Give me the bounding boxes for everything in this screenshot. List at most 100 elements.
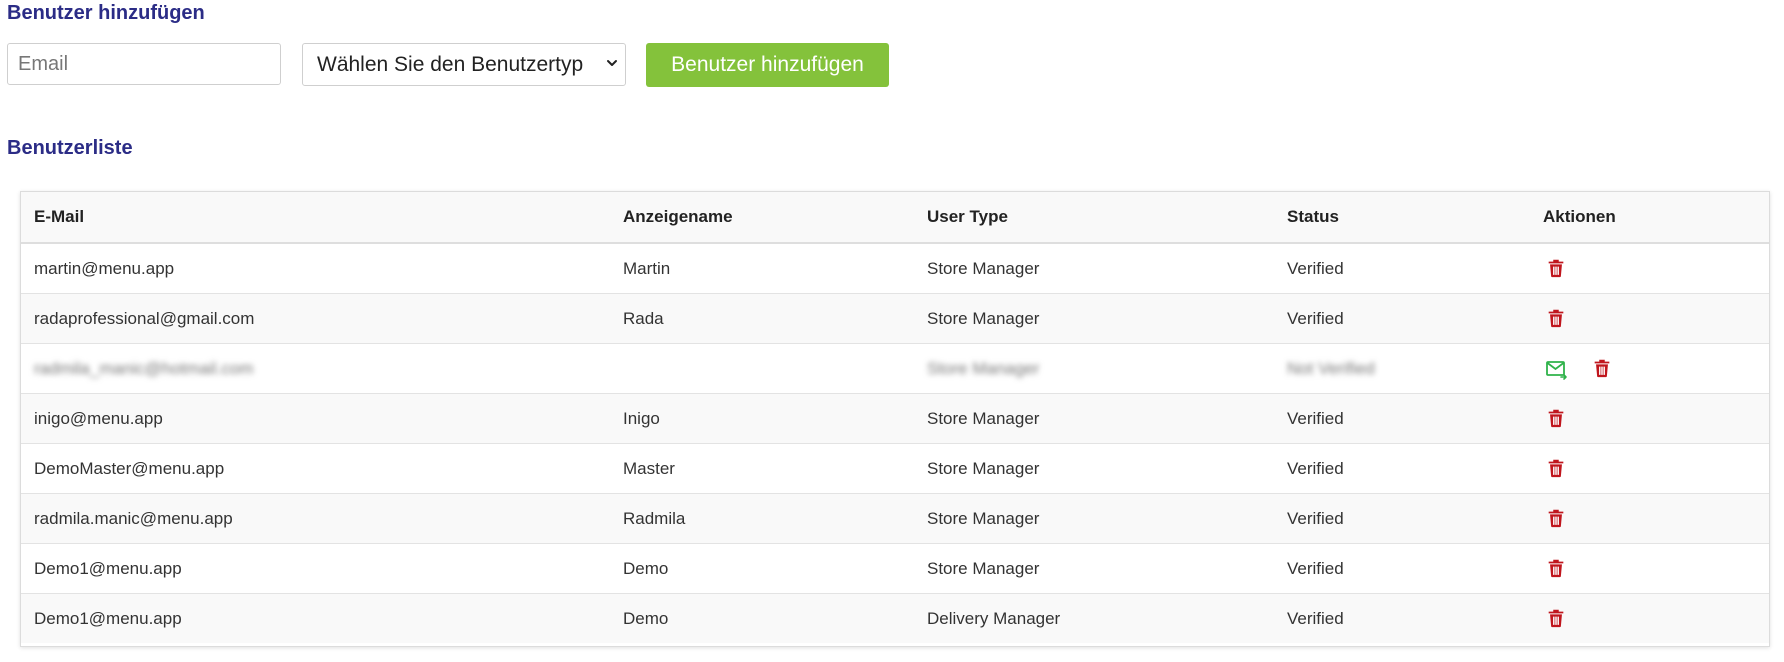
cell-email: radmila_manic@hotmail.com [21, 343, 610, 394]
cell-status-text: Verified [1287, 308, 1344, 328]
user-type-select-value: Wählen Sie den Benutzertyp [317, 52, 584, 76]
delete-icon[interactable] [1545, 607, 1569, 631]
cell-actions [1530, 242, 1769, 294]
delete-icon[interactable] [1545, 507, 1569, 531]
cell-user-type-text: Store Manager [927, 358, 1040, 378]
cell-actions [1530, 593, 1769, 643]
cell-display-name-text: Martin [623, 258, 671, 278]
cell-display-name: Inigo [610, 393, 914, 444]
cell-email: martin@menu.app [21, 242, 610, 294]
cell-user-type: Store Manager [914, 343, 1274, 394]
cell-email: Demo1@menu.app [21, 543, 610, 594]
cell-email: radaprofessional@gmail.com [21, 293, 610, 344]
cell-status-text: Verified [1287, 608, 1344, 628]
cell-email: inigo@menu.app [21, 393, 610, 444]
cell-user-type-text: Store Manager [927, 308, 1040, 328]
cell-email-text: Demo1@menu.app [34, 608, 182, 628]
cell-user-type: Store Manager [914, 393, 1274, 444]
cell-email: radmila.manic@menu.app [21, 493, 610, 544]
add-user-button[interactable]: Benutzer hinzufügen [646, 43, 889, 87]
table-row: Demo1@menu.app Demo Delivery Manager Verifi… [21, 593, 1769, 643]
cell-display-name: Demo [610, 593, 914, 643]
delete-icon[interactable] [1545, 307, 1569, 331]
cell-user-type: Delivery Manager [914, 593, 1274, 643]
cell-display-name-text: Inigo [623, 408, 660, 428]
cell-display-name-text: Rada [623, 308, 664, 328]
cell-user-type: Store Manager [914, 293, 1274, 344]
cell-user-type-text: Store Manager [927, 508, 1040, 528]
cell-status-text: Verified [1287, 458, 1344, 478]
header-actions: Aktionen [1530, 192, 1769, 244]
cell-status: Verified [1274, 242, 1530, 294]
table-header-row: E-Mail Anzeigename User Type Status Akti… [21, 192, 1769, 244]
cell-email-text: radaprofessional@gmail.com [34, 308, 255, 328]
cell-user-type-text: Store Manager [927, 258, 1040, 278]
cell-actions [1530, 393, 1769, 444]
user-type-select[interactable]: Wählen Sie den Benutzertyp [302, 43, 626, 86]
cell-email-text: radmila.manic@menu.app [34, 508, 233, 528]
table-row: Demo1@menu.app Demo Store Manager Verified [21, 543, 1769, 594]
cell-status-text: Verified [1287, 508, 1344, 528]
user-table: E-Mail Anzeigename User Type Status Akti… [20, 191, 1770, 647]
cell-status: Verified [1274, 493, 1530, 544]
header-email: E-Mail [21, 192, 610, 244]
table-row: martin@menu.app Martin Store Manager Verifi… [21, 242, 1769, 294]
cell-user-type: Store Manager [914, 242, 1274, 294]
resend-mail-icon[interactable] [1545, 357, 1569, 381]
cell-display-name-text: Demo [623, 608, 669, 628]
cell-status-text: Not Verified [1287, 358, 1375, 378]
delete-icon[interactable] [1545, 557, 1569, 581]
cell-status: Verified [1274, 393, 1530, 444]
delete-icon[interactable] [1545, 407, 1569, 431]
cell-status: Verified [1274, 443, 1530, 494]
cell-user-type: Store Manager [914, 543, 1274, 594]
cell-display-name: Master [610, 443, 914, 494]
table-row: inigo@menu.app Inigo Store Manager Verified [21, 393, 1769, 444]
email-input[interactable] [7, 43, 281, 85]
chevron-down-icon [607, 60, 617, 66]
cell-status: Verified [1274, 293, 1530, 344]
cell-status-text: Verified [1287, 258, 1344, 278]
cell-actions [1530, 293, 1769, 344]
cell-display-name: Demo [610, 543, 914, 594]
cell-status: Not Verified [1274, 343, 1530, 394]
cell-email-text: radmila_manic@hotmail.com [34, 358, 254, 378]
add-user-title: Benutzer hinzufügen [7, 2, 205, 24]
user-list-title: Benutzerliste [7, 137, 133, 159]
table-row: radmila_manic@hotmail.com Store Manager No… [21, 343, 1769, 394]
cell-user-type-text: Store Manager [927, 558, 1040, 578]
cell-status-text: Verified [1287, 558, 1344, 578]
cell-email: DemoMaster@menu.app [21, 443, 610, 494]
cell-user-type-text: Store Manager [927, 458, 1040, 478]
cell-display-name-text: Master [623, 458, 675, 478]
cell-status: Verified [1274, 543, 1530, 594]
delete-icon[interactable] [1545, 257, 1569, 281]
cell-user-type: Store Manager [914, 493, 1274, 544]
cell-display-name [610, 343, 914, 394]
cell-display-name-text: Demo [623, 558, 669, 578]
table-row: DemoMaster@menu.app Master Store Manager Ve… [21, 443, 1769, 494]
header-status: Status [1274, 192, 1530, 244]
table-row: radaprofessional@gmail.com Rada Store Mana… [21, 293, 1769, 344]
delete-icon[interactable] [1545, 457, 1569, 481]
cell-email-text: martin@menu.app [34, 258, 175, 278]
cell-display-name: Radmila [610, 493, 914, 544]
header-user-type: User Type [914, 192, 1274, 244]
cell-email-text: inigo@menu.app [34, 408, 163, 428]
cell-display-name: Rada [610, 293, 914, 344]
cell-user-type: Store Manager [914, 443, 1274, 494]
cell-display-name-text: Radmila [623, 508, 686, 528]
cell-actions [1530, 543, 1769, 594]
cell-actions [1530, 343, 1769, 394]
cell-display-name: Martin [610, 242, 914, 294]
delete-icon[interactable] [1591, 357, 1615, 381]
cell-user-type-text: Delivery Manager [927, 608, 1061, 628]
cell-status-text: Verified [1287, 408, 1344, 428]
cell-email-text: Demo1@menu.app [34, 558, 182, 578]
cell-user-type-text: Store Manager [927, 408, 1040, 428]
cell-email: Demo1@menu.app [21, 593, 610, 643]
cell-email-text: DemoMaster@menu.app [34, 458, 225, 478]
cell-actions [1530, 443, 1769, 494]
table-row: radmila.manic@menu.app Radmila Store Manag… [21, 493, 1769, 544]
cell-actions [1530, 493, 1769, 544]
